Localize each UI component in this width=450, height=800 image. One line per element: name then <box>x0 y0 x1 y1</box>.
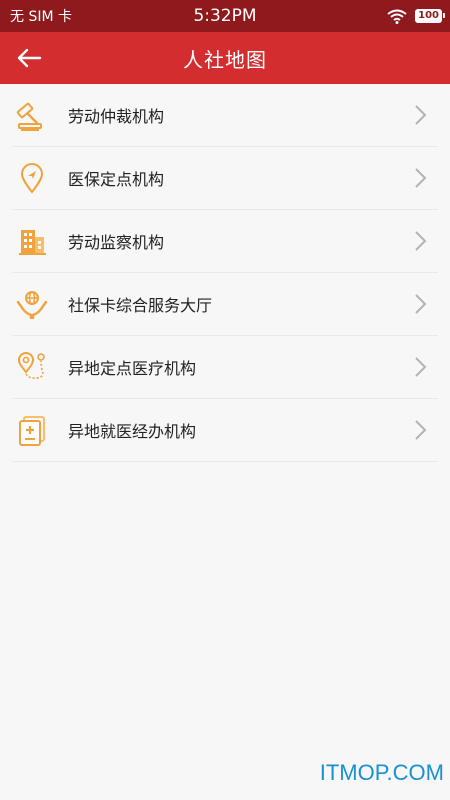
menu-item-remote-medical-agency[interactable]: 异地就医经办机构 <box>12 399 438 462</box>
building-icon <box>14 223 50 259</box>
menu-item-labor-arbitration[interactable]: 劳动仲裁机构 <box>12 84 438 147</box>
menu-item-medical-insurance[interactable]: 医保定点机构 <box>12 147 438 210</box>
menu-item-labor-inspection[interactable]: 劳动监察机构 <box>12 210 438 273</box>
chevron-right-icon <box>415 420 427 440</box>
menu-item-label: 医保定点机构 <box>68 170 165 189</box>
menu-item-label: 劳动仲裁机构 <box>68 107 165 126</box>
status-indicators: 100 <box>387 9 445 24</box>
medical-document-icon <box>14 412 50 448</box>
battery-indicator: 100 <box>415 9 445 23</box>
page-title: 人社地图 <box>183 47 267 72</box>
menu-list: 劳动仲裁机构 医保定点机构 劳动监察机构 社保卡综合服务大厅 异地定点医疗机构 … <box>0 84 450 462</box>
menu-item-label: 异地就医经办机构 <box>68 422 197 441</box>
status-bar: 无 SIM 卡 5:32PM 100 <box>0 0 450 32</box>
location-pin-icon <box>14 160 50 196</box>
menu-item-label: 异地定点医疗机构 <box>68 359 197 378</box>
chevron-right-icon <box>415 168 427 188</box>
chevron-right-icon <box>415 294 427 314</box>
back-button[interactable] <box>14 44 44 72</box>
chevron-right-icon <box>415 357 427 377</box>
menu-item-label: 社保卡综合服务大厅 <box>68 296 213 315</box>
menu-item-label: 劳动监察机构 <box>68 233 165 252</box>
gavel-icon <box>14 97 50 133</box>
app-bar: 人社地图 <box>0 32 450 84</box>
menu-item-social-security-hall[interactable]: 社保卡综合服务大厅 <box>12 273 438 336</box>
chevron-right-icon <box>415 105 427 125</box>
wifi-icon <box>387 9 407 24</box>
back-arrow-icon <box>17 48 42 68</box>
route-pin-icon <box>14 349 50 385</box>
hands-globe-icon <box>14 286 50 322</box>
watermark: ITMOP.COM <box>319 760 444 785</box>
chevron-right-icon <box>415 231 427 251</box>
menu-item-remote-medical[interactable]: 异地定点医疗机构 <box>12 336 438 399</box>
carrier-label: 无 SIM 卡 <box>10 9 72 25</box>
